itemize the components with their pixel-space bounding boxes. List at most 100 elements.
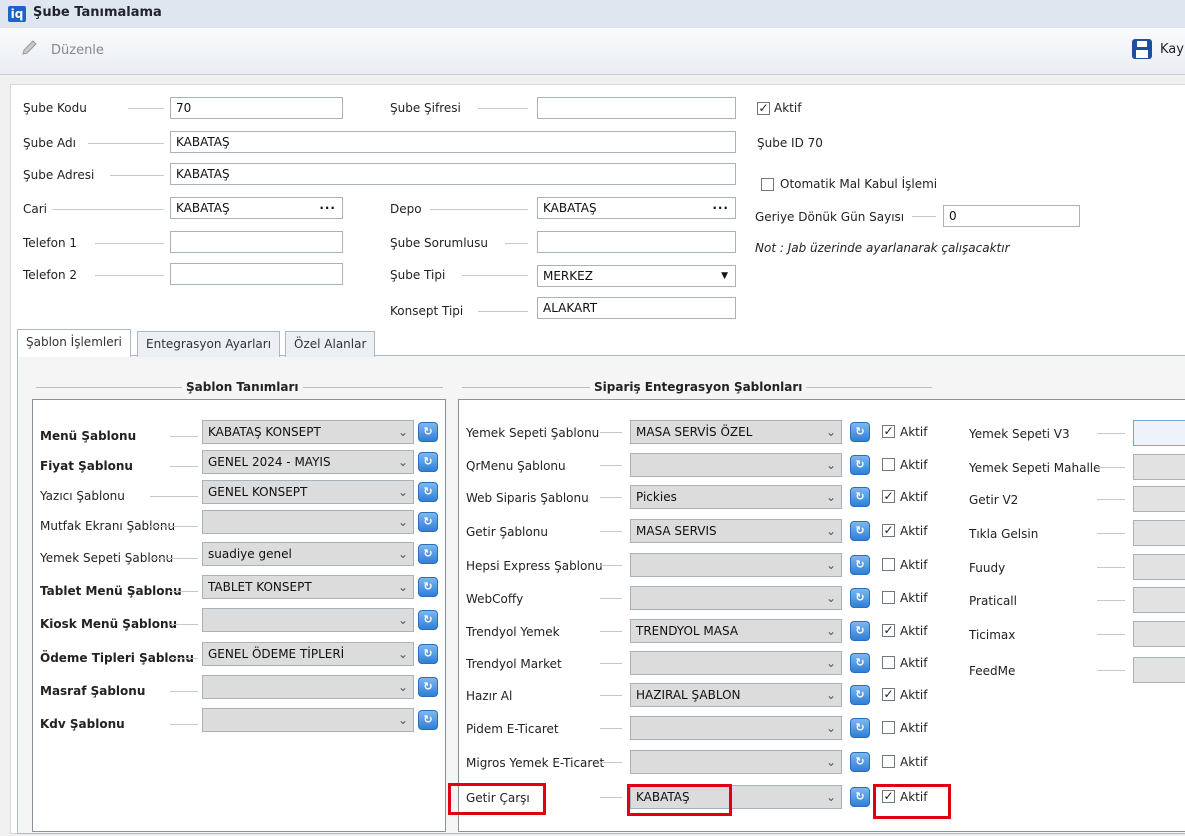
telefon1-input[interactable] bbox=[170, 231, 343, 253]
chevron-down-icon[interactable]: ⌄ bbox=[825, 683, 837, 707]
refresh-icon[interactable]: ↻ bbox=[418, 512, 438, 532]
pencil-icon[interactable] bbox=[20, 38, 40, 58]
sablon-combo[interactable]: GENEL ÖDEME TİPLERİ bbox=[202, 642, 414, 666]
save-button[interactable]: Kay bbox=[1160, 42, 1184, 57]
aktif-checkbox[interactable]: ✓ bbox=[882, 524, 895, 537]
edit-button[interactable]: Düzenle bbox=[51, 43, 104, 58]
chevron-down-icon[interactable]: ⌄ bbox=[825, 785, 837, 809]
refresh-icon[interactable]: ↻ bbox=[418, 482, 438, 502]
chevron-down-icon[interactable]: ⌄ bbox=[397, 675, 409, 699]
refresh-icon[interactable]: ↻ bbox=[418, 544, 438, 564]
chevron-down-icon[interactable]: ⌄ bbox=[397, 642, 409, 666]
refresh-icon[interactable]: ↻ bbox=[850, 555, 870, 575]
chevron-down-icon[interactable]: ⌄ bbox=[825, 553, 837, 577]
refresh-icon[interactable]: ↻ bbox=[850, 521, 870, 541]
refresh-icon[interactable]: ↻ bbox=[850, 653, 870, 673]
entegrasyon-combo[interactable]: MASA SERVİS ÖZEL bbox=[630, 420, 842, 444]
sablon-combo[interactable]: TABLET KONSEPT bbox=[202, 575, 414, 599]
telefon2-input[interactable] bbox=[170, 263, 343, 285]
entegrasyon-combo[interactable] bbox=[630, 553, 842, 577]
refresh-icon[interactable]: ↻ bbox=[418, 710, 438, 730]
refresh-icon[interactable]: ↻ bbox=[850, 752, 870, 772]
otomatik-mal-kabul-checkbox[interactable] bbox=[761, 178, 774, 191]
aktif-checkbox[interactable]: ✓ bbox=[757, 102, 770, 115]
entegrasyon-combo[interactable]: HAZIRAL ŞABLON bbox=[630, 683, 842, 707]
tab-ozel-alanlar[interactable]: Özel Alanlar bbox=[285, 331, 376, 357]
aktif-checkbox[interactable]: ✓ bbox=[882, 688, 895, 701]
chevron-down-icon[interactable]: ⌄ bbox=[397, 510, 409, 534]
sube-tipi-select[interactable]: MERKEZ ▼ bbox=[537, 265, 736, 287]
integration-input[interactable] bbox=[1133, 657, 1185, 683]
tab-entegrasyon-ayarlari[interactable]: Entegrasyon Ayarları bbox=[137, 331, 281, 357]
integration-input[interactable] bbox=[1133, 621, 1185, 647]
sablon-combo[interactable] bbox=[202, 608, 414, 632]
entegrasyon-combo[interactable]: Pickies bbox=[630, 485, 842, 509]
entegrasyon-combo[interactable] bbox=[630, 586, 842, 610]
entegrasyon-combo[interactable] bbox=[630, 716, 842, 740]
refresh-icon[interactable]: ↻ bbox=[850, 787, 870, 807]
depo-input[interactable]: KABATAŞ ··· bbox=[537, 197, 736, 219]
sablon-combo[interactable]: suadiye genel bbox=[202, 542, 414, 566]
refresh-icon[interactable]: ↻ bbox=[418, 452, 438, 472]
ellipsis-icon[interactable]: ··· bbox=[712, 198, 729, 218]
refresh-icon[interactable]: ↻ bbox=[850, 422, 870, 442]
ellipsis-icon[interactable]: ··· bbox=[319, 198, 336, 218]
konsept-tipi-input[interactable]: ALAKART bbox=[537, 297, 736, 319]
refresh-icon[interactable]: ↻ bbox=[418, 422, 438, 442]
integration-input[interactable] bbox=[1133, 420, 1185, 446]
integration-input[interactable] bbox=[1133, 520, 1185, 546]
refresh-icon[interactable]: ↻ bbox=[850, 621, 870, 641]
chevron-down-icon[interactable]: ⌄ bbox=[825, 750, 837, 774]
entegrasyon-combo[interactable] bbox=[630, 453, 842, 477]
aktif-checkbox[interactable] bbox=[882, 656, 895, 669]
refresh-icon[interactable]: ↻ bbox=[418, 577, 438, 597]
refresh-icon[interactable]: ↻ bbox=[850, 685, 870, 705]
chevron-down-icon[interactable]: ⌄ bbox=[397, 542, 409, 566]
tab-sablon-islemleri[interactable]: Şablon İşlemleri bbox=[17, 329, 131, 357]
sablon-combo[interactable] bbox=[202, 675, 414, 699]
refresh-icon[interactable]: ↻ bbox=[850, 718, 870, 738]
sube-adi-input[interactable]: KABATAŞ bbox=[170, 131, 736, 153]
integration-input[interactable] bbox=[1133, 486, 1185, 512]
integration-input[interactable] bbox=[1133, 587, 1185, 613]
sablon-combo[interactable] bbox=[202, 708, 414, 732]
sablon-combo[interactable]: GENEL 2024 - MAYIS bbox=[202, 450, 414, 474]
aktif-checkbox[interactable] bbox=[882, 591, 895, 604]
save-disk-icon[interactable] bbox=[1131, 38, 1153, 60]
chevron-down-icon[interactable]: ⌄ bbox=[825, 420, 837, 444]
refresh-icon[interactable]: ↻ bbox=[418, 610, 438, 630]
integration-input[interactable] bbox=[1133, 454, 1185, 480]
aktif-checkbox[interactable] bbox=[882, 458, 895, 471]
chevron-down-icon[interactable]: ⌄ bbox=[825, 485, 837, 509]
chevron-down-icon[interactable]: ⌄ bbox=[397, 480, 409, 504]
entegrasyon-combo[interactable]: MASA SERVIS bbox=[630, 519, 842, 543]
sablon-combo[interactable] bbox=[202, 510, 414, 534]
integration-input[interactable] bbox=[1133, 554, 1185, 580]
chevron-down-icon[interactable]: ⌄ bbox=[397, 575, 409, 599]
entegrasyon-combo[interactable] bbox=[630, 750, 842, 774]
refresh-icon[interactable]: ↻ bbox=[850, 455, 870, 475]
refresh-icon[interactable]: ↻ bbox=[418, 644, 438, 664]
sube-kodu-input[interactable]: 70 bbox=[170, 97, 343, 119]
refresh-icon[interactable]: ↻ bbox=[418, 677, 438, 697]
entegrasyon-combo[interactable] bbox=[630, 651, 842, 675]
sube-adresi-input[interactable]: KABATAŞ bbox=[170, 163, 736, 185]
aktif-checkbox[interactable]: ✓ bbox=[882, 490, 895, 503]
cari-input[interactable]: KABATAŞ ··· bbox=[170, 197, 343, 219]
chevron-down-icon[interactable]: ⌄ bbox=[825, 619, 837, 643]
aktif-checkbox[interactable] bbox=[882, 755, 895, 768]
sablon-combo[interactable]: KABATAŞ KONSEPT bbox=[202, 420, 414, 444]
aktif-checkbox[interactable]: ✓ bbox=[882, 425, 895, 438]
chevron-down-icon[interactable]: ⌄ bbox=[397, 608, 409, 632]
chevron-down-icon[interactable]: ⌄ bbox=[825, 453, 837, 477]
chevron-down-icon[interactable]: ⌄ bbox=[825, 651, 837, 675]
sube-sifresi-input[interactable] bbox=[537, 97, 736, 119]
sablon-combo[interactable]: GENEL KONSEPT bbox=[202, 480, 414, 504]
chevron-down-icon[interactable]: ⌄ bbox=[397, 420, 409, 444]
aktif-checkbox[interactable]: ✓ bbox=[882, 624, 895, 637]
entegrasyon-combo[interactable]: TRENDYOL MASA bbox=[630, 619, 842, 643]
chevron-down-icon[interactable]: ⌄ bbox=[397, 708, 409, 732]
geriye-donuk-input[interactable]: 0 bbox=[943, 205, 1080, 227]
aktif-checkbox[interactable] bbox=[882, 558, 895, 571]
chevron-down-icon[interactable]: ⌄ bbox=[825, 716, 837, 740]
